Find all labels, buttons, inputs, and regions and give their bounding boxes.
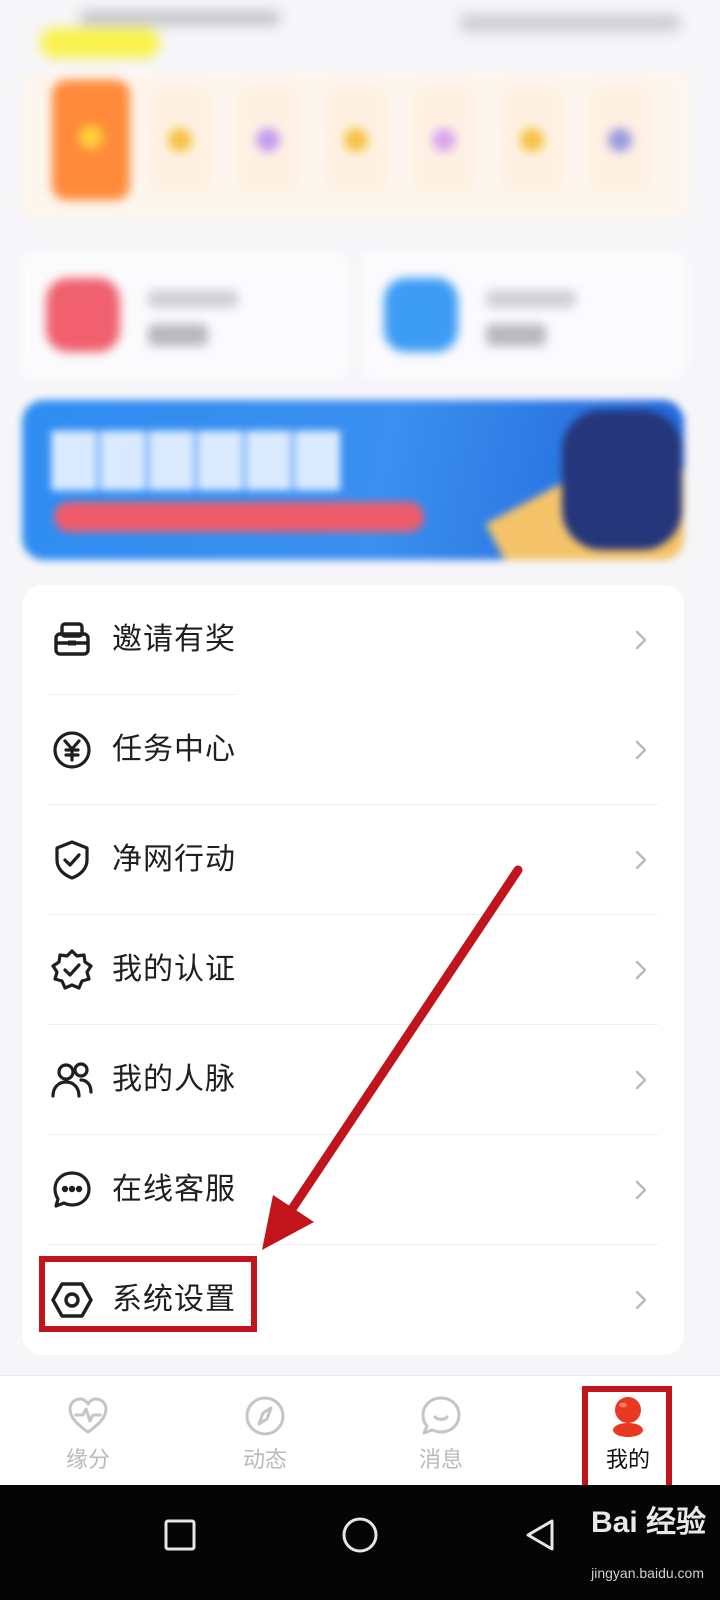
people-icon	[50, 1058, 94, 1102]
tab-fate[interactable]: 缘分	[28, 1376, 148, 1486]
menu-item-label: 任务中心	[112, 732, 236, 767]
menu-item-label: 我的认证	[112, 952, 236, 987]
chevron-right-icon	[628, 737, 654, 763]
blurred-stat-card-right[interactable]	[358, 250, 688, 380]
menu-list: 邀请有奖 任务中心 净网行动 我的认证 我的人脉 在线客服 系统设置	[22, 585, 684, 1355]
blurred-stat-card-left[interactable]	[20, 250, 350, 380]
yen-coin-icon	[50, 728, 94, 772]
recent-apps-icon[interactable]	[160, 1515, 200, 1555]
tab-label: 动态	[242, 1448, 287, 1473]
shield-check-icon	[50, 838, 94, 882]
blurred-day-box	[236, 84, 300, 194]
menu-item-tasks[interactable]: 任务中心	[22, 695, 684, 805]
chevron-right-icon	[628, 847, 654, 873]
blurred-day-box	[324, 84, 388, 194]
heart-pulse-icon	[66, 1394, 110, 1438]
back-icon[interactable]	[520, 1515, 560, 1555]
gift-box-icon	[50, 618, 94, 662]
menu-item-verification[interactable]: 我的认证	[22, 915, 684, 1025]
blurred-header-region: ▇▇▇▇▇▇	[0, 0, 720, 590]
chevron-right-icon	[628, 1177, 654, 1203]
watermark-url: jingyan.baidu.com	[591, 1565, 704, 1581]
tab-moments[interactable]: 动态	[205, 1376, 325, 1486]
tab-messages[interactable]: 消息	[381, 1376, 501, 1486]
tab-label: 缘分	[65, 1448, 110, 1473]
mine-tab-highlight-box	[582, 1386, 672, 1492]
menu-item-label: 邀请有奖	[112, 622, 236, 657]
menu-item-invite[interactable]: 邀请有奖	[22, 585, 684, 695]
blurred-today-box	[52, 80, 130, 200]
chat-bubble-icon	[50, 1168, 94, 1212]
chevron-right-icon	[628, 627, 654, 653]
blurred-day-box	[588, 84, 652, 194]
blurred-status-row	[40, 0, 690, 60]
compass-icon	[243, 1394, 287, 1438]
menu-item-label: 净网行动	[112, 842, 236, 877]
blurred-day-box	[500, 84, 564, 194]
menu-item-customer-service[interactable]: 在线客服	[22, 1135, 684, 1245]
menu-item-clean-network[interactable]: 净网行动	[22, 805, 684, 915]
blurred-day-box	[148, 84, 212, 194]
blurred-checkin-card[interactable]	[20, 70, 690, 220]
tab-label: 消息	[418, 1448, 463, 1473]
blurred-banner-title: ▇▇▇▇▇▇	[52, 422, 344, 490]
settings-highlight-box	[39, 1256, 257, 1332]
chevron-right-icon	[628, 1287, 654, 1313]
menu-item-label: 在线客服	[112, 1172, 236, 1207]
chevron-right-icon	[628, 1067, 654, 1093]
menu-item-connections[interactable]: 我的人脉	[22, 1025, 684, 1135]
menu-item-label: 我的人脉	[112, 1062, 236, 1097]
message-smile-icon	[419, 1394, 463, 1438]
blurred-promo-banner[interactable]: ▇▇▇▇▇▇	[22, 400, 684, 560]
badge-check-icon	[50, 948, 94, 992]
home-icon[interactable]	[340, 1515, 380, 1555]
blurred-day-box	[412, 84, 476, 194]
system-navigation-bar: Bai 经验 jingyan.baidu.com	[0, 1485, 720, 1600]
watermark-brand: Bai 经验	[590, 1506, 706, 1539]
chevron-right-icon	[628, 957, 654, 983]
